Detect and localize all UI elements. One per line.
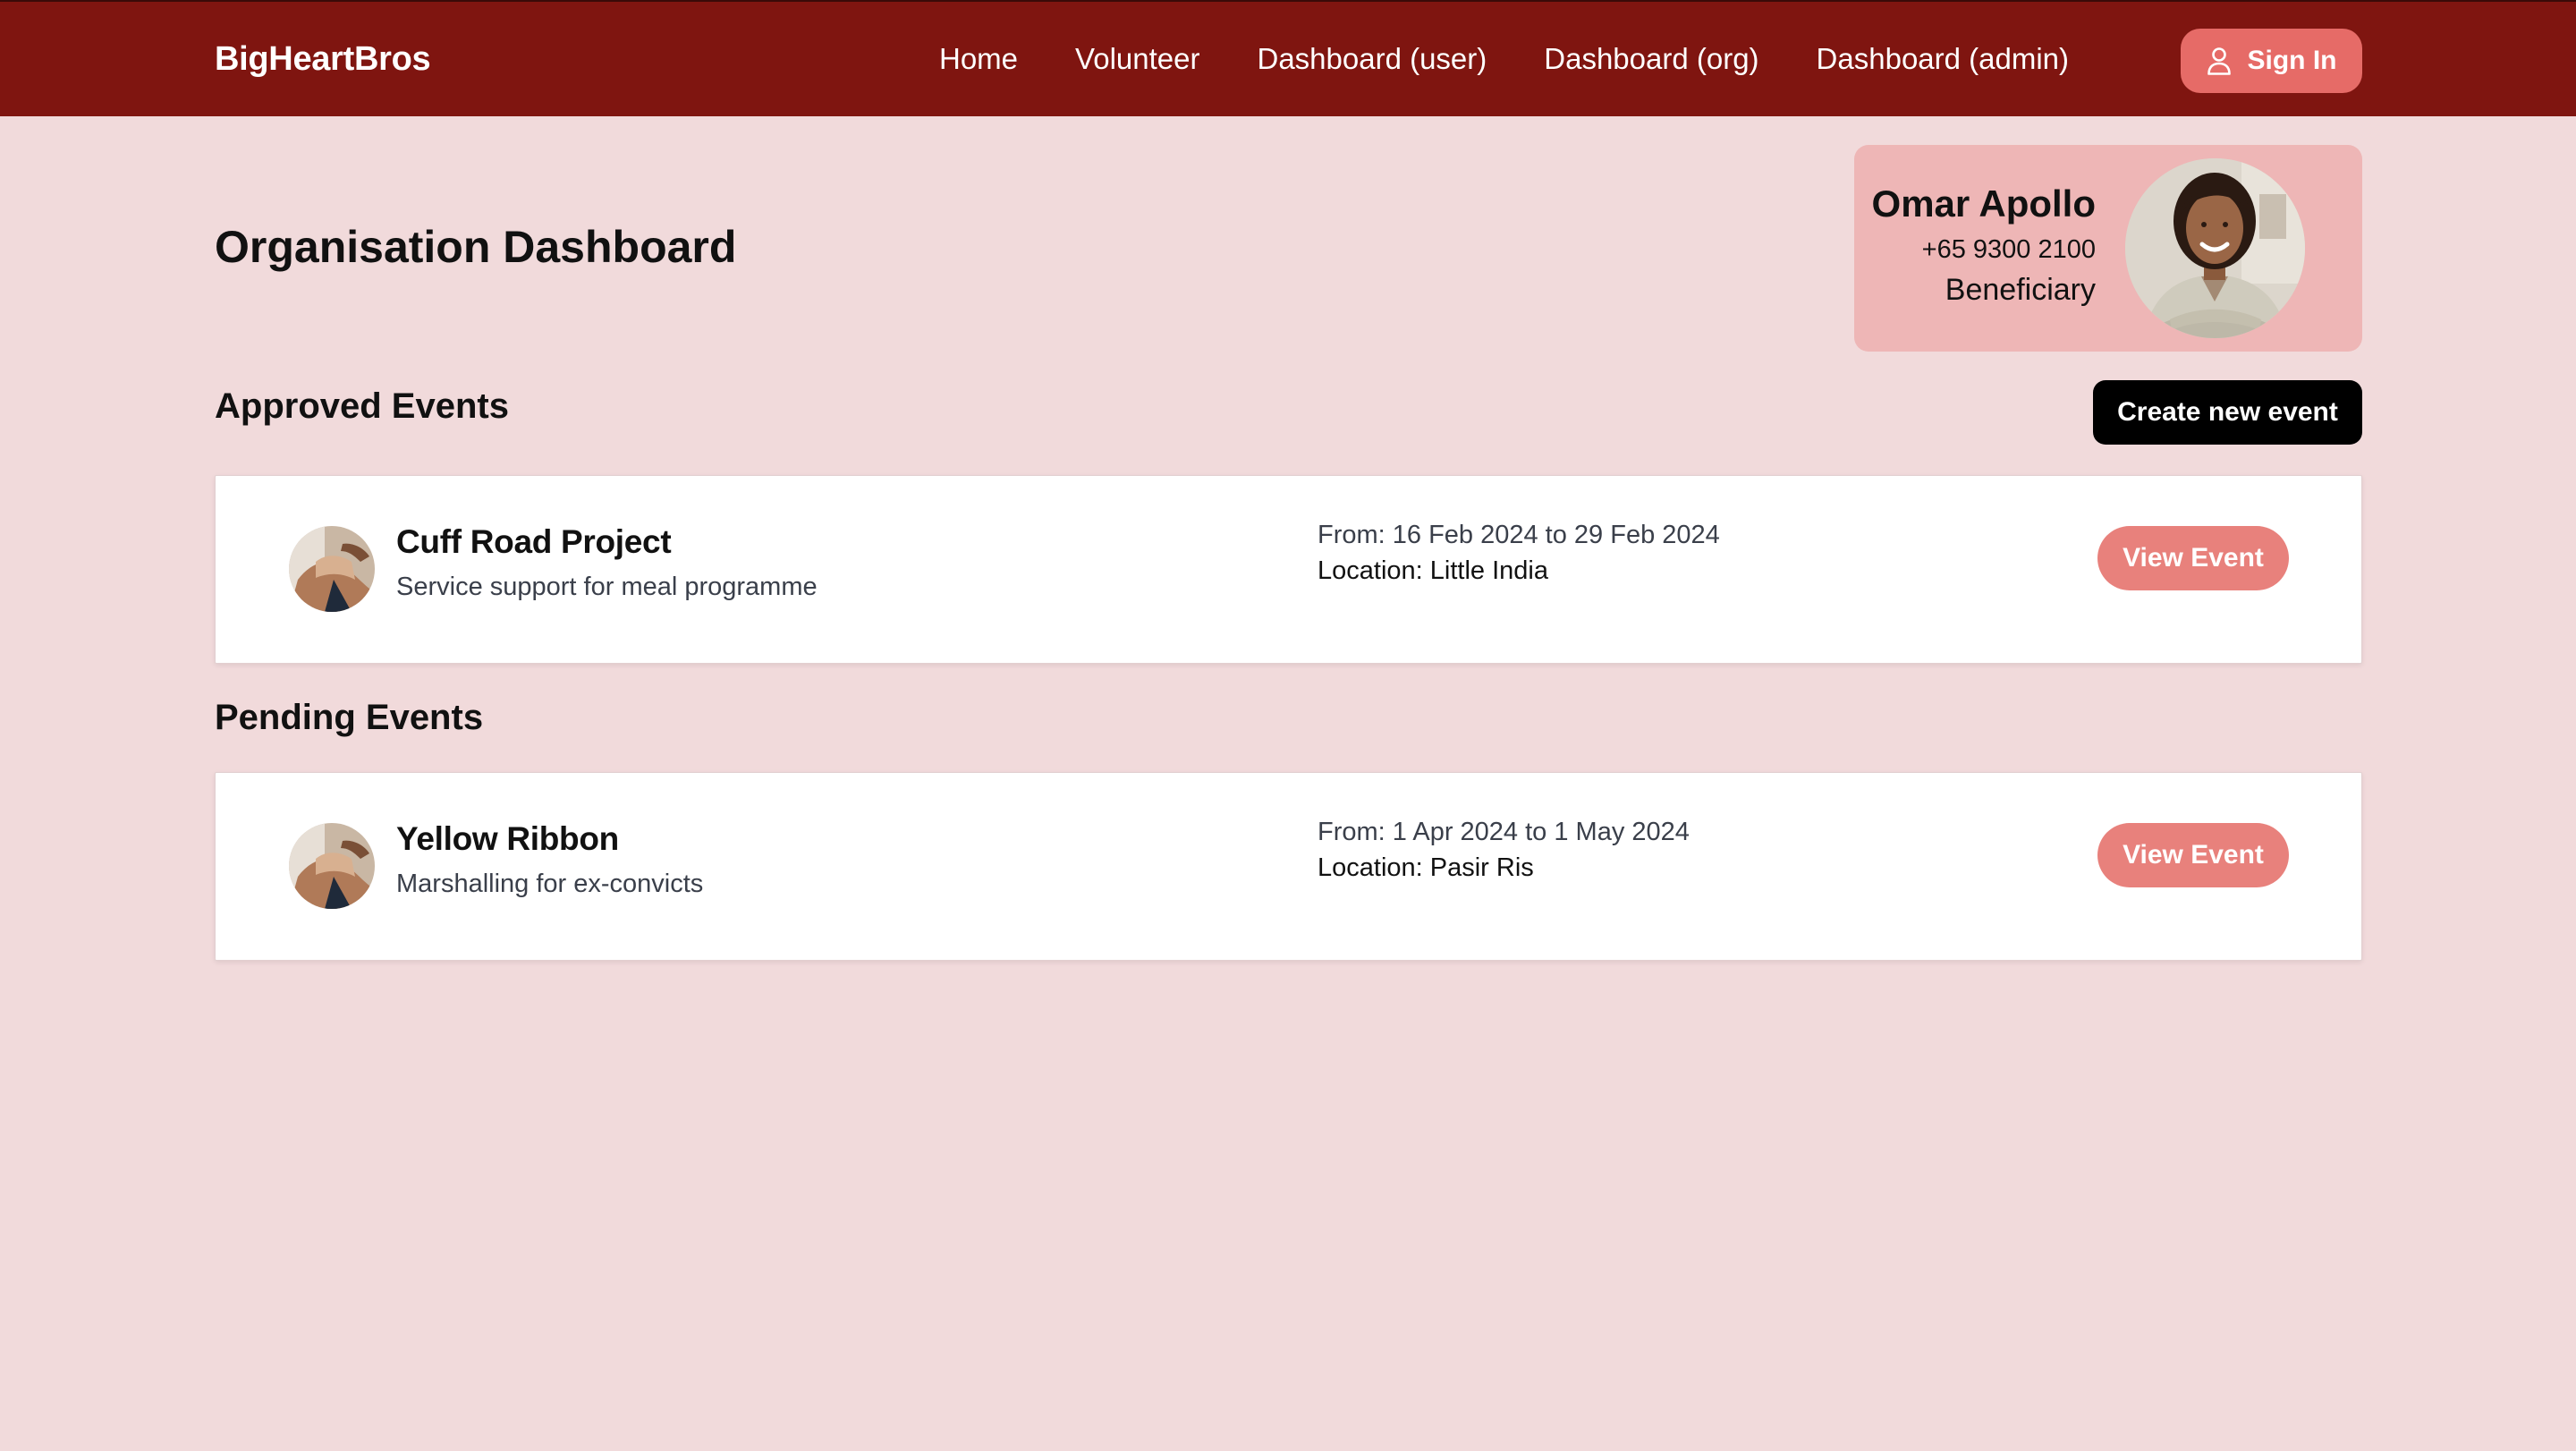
user-icon — [2207, 47, 2232, 75]
view-event-button[interactable]: View Event — [2097, 823, 2289, 887]
event-card-pending: Yellow Ribbon Marshalling for ex-convict… — [215, 772, 2362, 961]
sign-in-label: Sign In — [2247, 46, 2337, 75]
event-name: Cuff Road Project — [396, 523, 672, 560]
nav-link-dashboard-user[interactable]: Dashboard (user) — [1257, 42, 1487, 76]
nav-link-dashboard-org[interactable]: Dashboard (org) — [1544, 42, 1758, 76]
approved-events-heading: Approved Events — [215, 386, 509, 426]
event-dates: From: 16 Feb 2024 to 29 Feb 2024 — [1318, 521, 1720, 549]
profile-phone: +65 9300 2100 — [1921, 235, 2096, 264]
profile-role: Beneficiary — [1945, 273, 2096, 307]
profile-name: Omar Apollo — [1871, 182, 2096, 225]
view-event-button[interactable]: View Event — [2097, 526, 2289, 590]
brand-logo[interactable]: BigHeartBros — [215, 34, 431, 84]
page-title: Organisation Dashboard — [215, 222, 737, 272]
event-dates: From: 1 Apr 2024 to 1 May 2024 — [1318, 818, 1690, 846]
sign-in-button[interactable]: Sign In — [2181, 29, 2362, 93]
create-event-button[interactable]: Create new event — [2093, 380, 2362, 445]
nav-links: Home Volunteer Dashboard (user) Dashboar… — [939, 34, 2069, 84]
event-location: Location: Little India — [1318, 556, 1548, 585]
event-card-approved: Cuff Road Project Service support for me… — [215, 475, 2362, 664]
profile-info: Omar Apollo +65 9300 2100 Beneficiary — [1872, 181, 2096, 310]
profile-card: Omar Apollo +65 9300 2100 Beneficiary — [1854, 145, 2362, 352]
top-navbar: BigHeartBros Home Volunteer Dashboard (u… — [0, 0, 2576, 116]
event-thumbnail — [289, 823, 375, 909]
avatar — [2125, 158, 2305, 338]
event-thumbnail — [289, 526, 375, 612]
nav-link-dashboard-admin[interactable]: Dashboard (admin) — [1817, 42, 2069, 76]
event-name: Yellow Ribbon — [396, 820, 619, 857]
nav-link-volunteer[interactable]: Volunteer — [1075, 42, 1199, 76]
nav-link-home[interactable]: Home — [939, 42, 1018, 76]
event-description: Marshalling for ex-convicts — [396, 870, 704, 898]
event-location: Location: Pasir Ris — [1318, 853, 1534, 882]
pending-events-heading: Pending Events — [215, 698, 484, 737]
event-description: Service support for meal programme — [396, 573, 818, 601]
